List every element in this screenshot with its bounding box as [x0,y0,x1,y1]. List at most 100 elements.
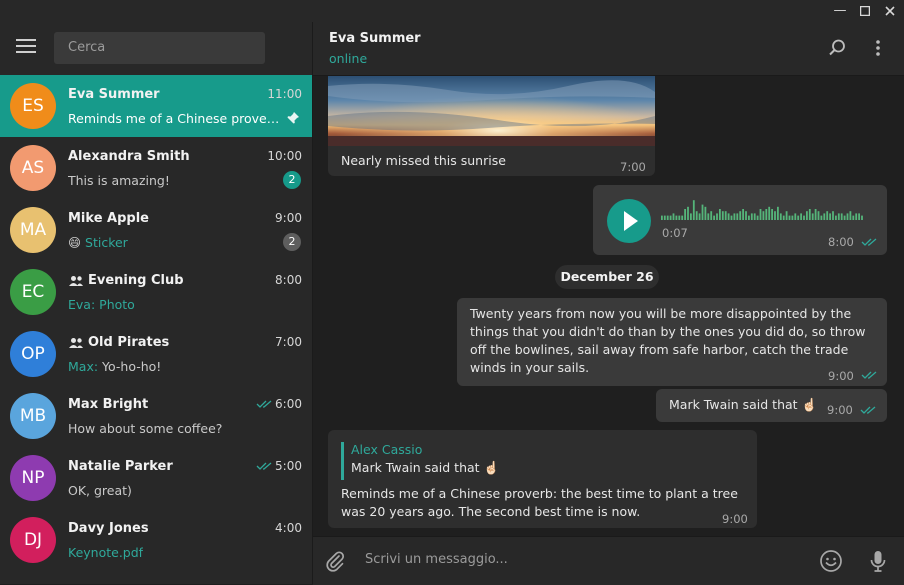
avatar[interactable]: NP [10,455,56,501]
chat-name-text: Alexandra Smith [68,149,190,164]
emoji-icon[interactable] [819,549,843,573]
chat-name: Evening Club [68,273,184,288]
preview-text: This is amazing! [68,173,170,188]
message-input[interactable]: Scrivi un messaggio... [365,552,508,567]
chat-header: Eva Summer online [313,22,904,76]
chat-time: 10:00 [267,149,302,163]
chat-list: ES Eva Summer 11:00 Reminds me of a Chinese… [0,75,312,571]
message-time: 9:00 [827,403,853,417]
message-time: 9:00 [722,512,748,526]
chat-panel: Eva Summer online Nearly missed this sun… [313,22,904,585]
waveform-bar [719,209,721,220]
unread-badge: 2 [283,171,301,189]
waveform-bar [736,213,739,220]
avatar[interactable]: MB [10,393,56,439]
chat-preview: Reminds me of a Chinese proverb: the bes… [68,111,280,126]
close-button[interactable] [878,0,902,22]
chat-time: 11:00 [267,87,302,101]
waveform-bar [832,211,834,220]
chat-name: Old Pirates [68,335,169,350]
waveform-bar [690,213,692,220]
chat-name-text: Max Bright [68,397,149,412]
preview-text: OK, great) [68,483,132,498]
avatar[interactable]: OP [10,331,56,377]
chat-list-item[interactable]: NP Natalie Parker 5:00 OK, great) [0,447,312,509]
message-time: 8:00 [828,235,854,249]
waveform-bar [791,215,794,220]
message-composer: Scrivi un messaggio... [313,536,904,585]
outgoing-message[interactable]: Twenty years from now you will be more d… [457,298,887,386]
waveform-bar [814,209,817,220]
reply-message[interactable]: Alex Cassio Mark Twain said that ☝🏻 Remi… [328,430,757,528]
chat-title[interactable]: Eva Summer [329,31,421,46]
chat-preview: How about some coffee? [68,421,222,436]
waveform-bar [666,215,669,220]
sunrise-photo[interactable] [328,76,655,146]
waveform-bar [753,213,756,220]
avatar[interactable]: EC [10,269,56,315]
waveform-bar [661,215,663,220]
avatar[interactable]: DJ [10,517,56,563]
waveform-bar [724,211,727,220]
waveform-bar [730,215,733,220]
waveform-bar [774,211,776,220]
chat-preview: OK, great) [68,483,132,498]
chat-time: 9:00 [275,211,302,225]
photo-message[interactable]: Nearly missed this sunrise 7:00 [328,76,655,176]
reply-author[interactable]: Alex Cassio [351,441,422,459]
chat-list-item[interactable]: MA Mike Apple 9:00 😄 Sticker 2 [0,199,312,261]
voice-waveform[interactable] [661,200,865,222]
outgoing-message[interactable]: Mark Twain said that ☝🏻 9:00 [656,389,887,422]
attach-icon[interactable] [323,549,347,573]
chat-name: Mike Apple [68,211,149,226]
waveform-bar [803,215,805,220]
waveform-bar [756,215,759,220]
read-check-icon [861,371,877,379]
chat-list-item[interactable]: AS Alexandra Smith 10:00 This is amazing! 2 [0,137,312,199]
sunrise-image [328,76,655,146]
waveform-bar [861,215,863,220]
waveform-bar [678,215,681,220]
waveform-bar [779,213,782,220]
more-options-icon[interactable] [868,38,888,58]
waveform-bar [782,215,785,220]
group-icon [69,337,83,348]
chat-preview: This is amazing! [68,173,170,188]
chat-list-item[interactable]: OP Old Pirates 7:00 Max: Yo-ho-ho! [0,323,312,385]
waveform-bar [785,211,788,220]
play-button[interactable] [607,199,651,243]
message-time: 9:00 [828,369,854,383]
avatar[interactable]: AS [10,145,56,191]
waveform-bar [843,215,846,220]
search-placeholder: Cerca [68,40,106,55]
avatar[interactable]: ES [10,83,56,129]
search-input[interactable]: Cerca [54,32,265,64]
chat-list-item[interactable]: EC Evening Club 8:00 Eva: Photo [0,261,312,323]
menu-icon[interactable] [16,39,38,55]
microphone-icon[interactable] [866,549,890,573]
chat-name-text: Old Pirates [88,335,170,350]
waveform-bar [759,209,762,220]
waveform-bar [687,206,689,220]
chat-list-item[interactable]: DJ Davy Jones 4:00 Keynote.pdf [0,509,312,571]
waveform-bar [771,209,773,220]
chat-list-item[interactable]: ES Eva Summer 11:00 Reminds me of a Chinese… [0,75,312,137]
search-icon[interactable] [827,38,847,58]
preview-text: Keynote.pdf [68,545,144,560]
chat-name-text: Mike Apple [68,211,149,226]
chat-list-item[interactable]: MB Max Bright 6:00 How about some coffee? [0,385,312,447]
waveform-bar [808,209,811,220]
waveform-bar [669,215,672,220]
message-time: 7:00 [620,160,646,174]
group-icon [69,275,83,286]
read-check-icon [256,462,272,470]
minimize-button[interactable]: — [828,0,852,22]
avatar[interactable]: MA [10,207,56,253]
waveform-bar [750,213,753,220]
waveform-bar [768,206,771,220]
waveform-bar [692,200,695,220]
reply-quote: Mark Twain said that ☝🏻 [351,460,500,475]
chat-time: 4:00 [275,521,302,535]
chat-preview: Eva: Photo [68,297,135,312]
maximize-button[interactable] [853,0,877,22]
